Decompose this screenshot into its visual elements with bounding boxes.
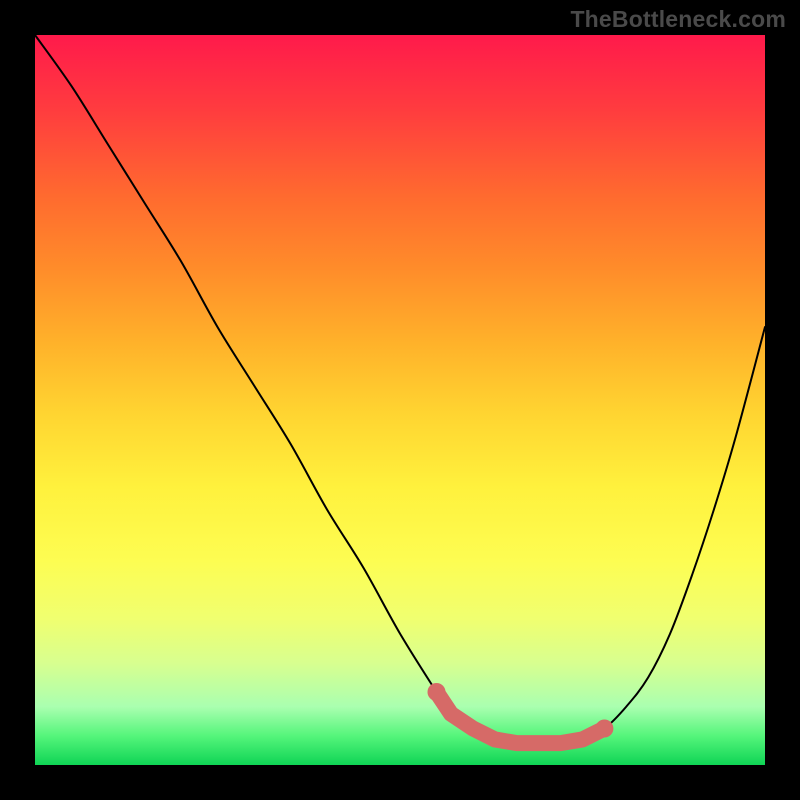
optimal-range-marker [428,683,614,743]
chart-stage: TheBottleneck.com [0,0,800,800]
optimal-range-endpoint [595,720,613,738]
chart-svg [35,35,765,765]
watermark-text: TheBottleneck.com [570,6,786,33]
optimal-range-line [437,692,605,743]
plot-area [35,35,765,765]
bottleneck-curve [35,35,765,743]
optimal-range-endpoint [428,683,446,701]
